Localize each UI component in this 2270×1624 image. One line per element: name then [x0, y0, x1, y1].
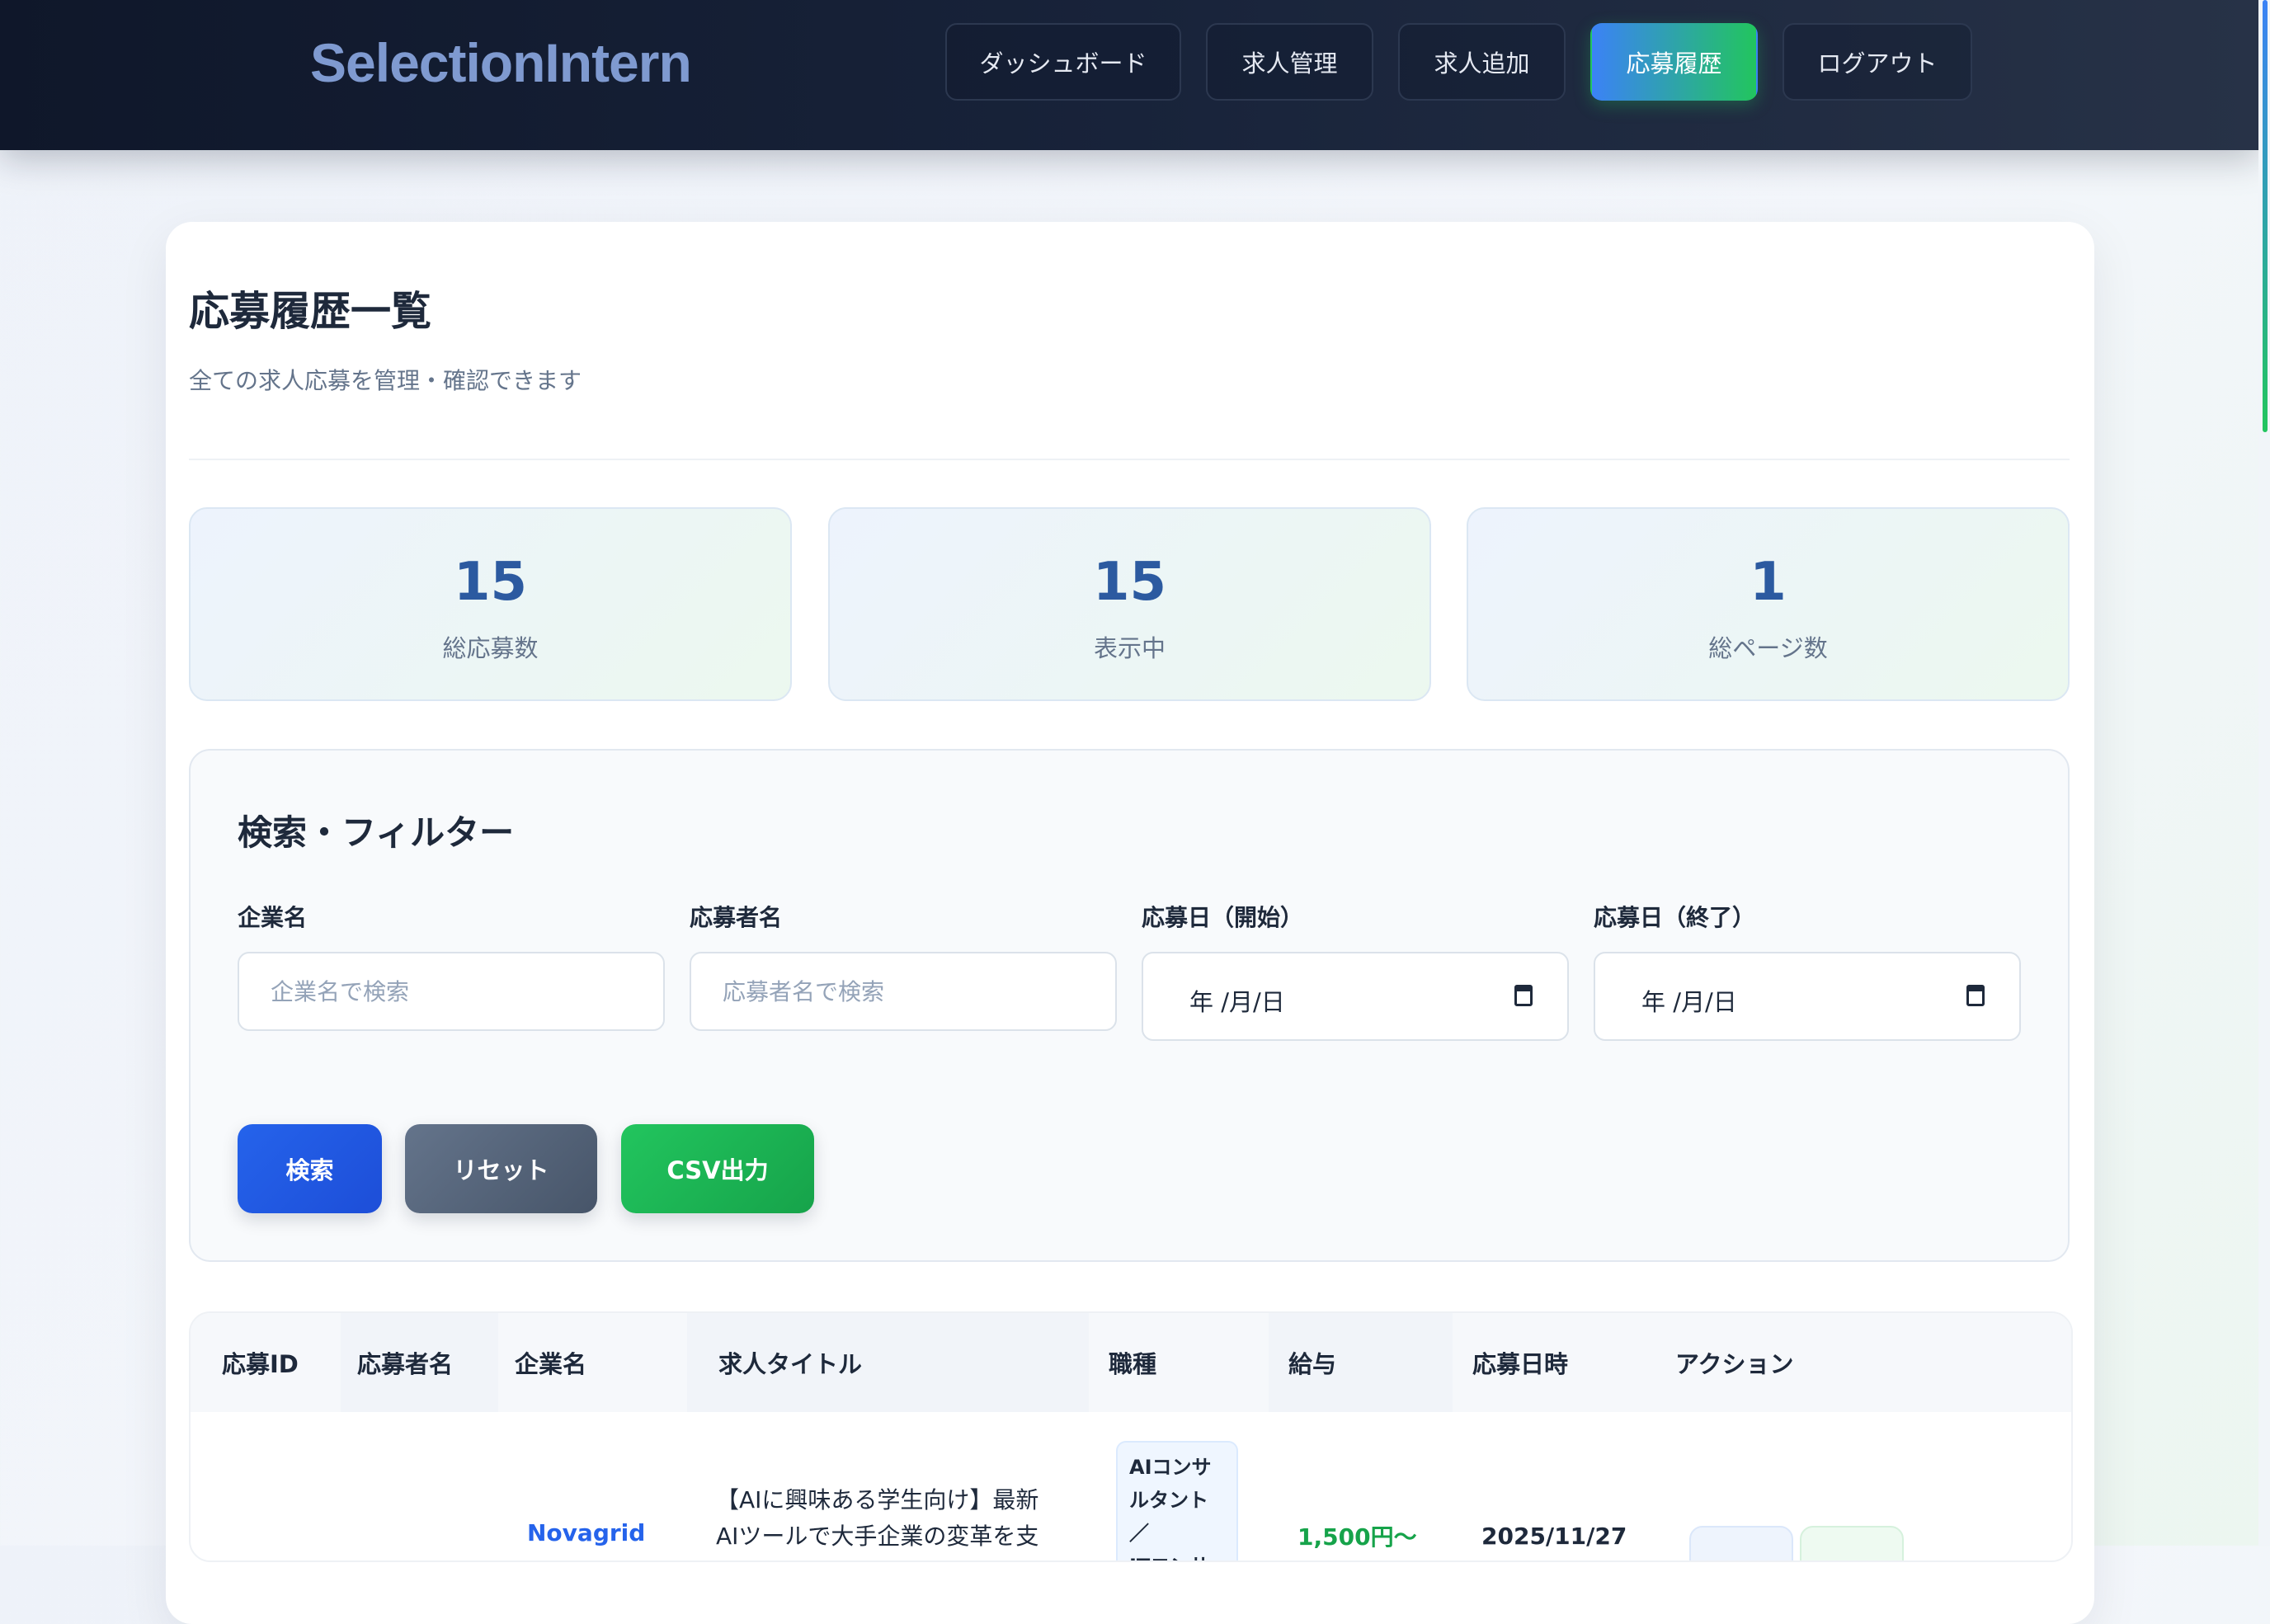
date-start-input[interactable]: 年 /月/日 [1142, 952, 1569, 1041]
stat-displaying: 15 表示中 [828, 507, 1431, 701]
page-subtitle: 全ての求人応募を管理・確認できます [189, 367, 582, 394]
row-job-title: 【AIに興味ある学生向け】最新 AIツールで大手企業の変革を支 [716, 1482, 1038, 1555]
search-button[interactable]: 検索 [238, 1124, 382, 1213]
calendar-icon[interactable] [1966, 985, 1985, 1006]
column-header-salary[interactable]: 給与 [1269, 1313, 1453, 1412]
stat-label: 総ページ数 [1708, 634, 1828, 662]
date-end-label: 応募日（終了） [1594, 904, 1756, 931]
row-company-link[interactable]: Novagrid [527, 1519, 645, 1546]
row-job-title-line: 【AIに興味ある学生向け】最新 [716, 1486, 1039, 1513]
column-header-job-type[interactable]: 職種 [1089, 1313, 1269, 1412]
column-header-applied-at[interactable]: 応募日時 [1453, 1313, 1655, 1412]
row-salary: 1,500円〜 [1297, 1523, 1417, 1551]
nav-add-job[interactable]: 求人追加 [1398, 23, 1566, 101]
stat-value: 1 [1750, 552, 1787, 613]
edit-button[interactable] [1800, 1526, 1904, 1560]
nav-application-history[interactable]: 応募履歴 [1590, 23, 1758, 101]
page-title: 応募履歴一覧 [189, 288, 432, 335]
nav-dashboard[interactable]: ダッシュボード [945, 23, 1181, 101]
top-header: SelectionIntern ダッシュボード 求人管理 求人追加 応募履歴 ロ… [0, 0, 2258, 150]
company-label: 企業名 [238, 904, 308, 931]
stat-total-pages: 1 総ページ数 [1467, 507, 2070, 701]
company-search-input[interactable] [238, 952, 665, 1031]
calendar-icon[interactable] [1514, 985, 1533, 1006]
csv-export-button[interactable]: CSV出力 [621, 1124, 814, 1213]
job-type-line: AIコンサ [1129, 1456, 1212, 1479]
job-type-badge: AIコンサ ルタント／ ITコンサル [1116, 1441, 1238, 1560]
applicant-label: 応募者名 [690, 904, 783, 931]
column-header-company[interactable]: 企業名 [498, 1313, 687, 1412]
applications-table: 応募ID 応募者名 企業名 求人タイトル 職種 給与 応募日時 アクション No… [189, 1311, 2073, 1562]
title-divider [189, 459, 2070, 460]
filter-title: 検索・フィルター [238, 812, 515, 853]
date-start-label: 応募日（開始） [1142, 904, 1304, 931]
column-header-job-title[interactable]: 求人タイトル [687, 1313, 1089, 1412]
date-start-value: 年 /月/日 [1189, 988, 1285, 1016]
stat-label: 総応募数 [442, 634, 539, 662]
job-type-line: ルタント／ [1129, 1489, 1208, 1545]
applicant-search-input[interactable] [690, 952, 1117, 1031]
stat-value: 15 [1092, 552, 1167, 613]
scrollbar-thumb[interactable] [2263, 0, 2268, 432]
column-header-applicant[interactable]: 応募者名 [341, 1313, 498, 1412]
stat-total-applications: 15 総応募数 [189, 507, 792, 701]
date-end-value: 年 /月/日 [1641, 988, 1737, 1016]
stat-value: 15 [453, 552, 528, 613]
table-header: 応募ID 応募者名 企業名 求人タイトル 職種 給与 応募日時 アクション [191, 1313, 2071, 1412]
nav-logout[interactable]: ログアウト [1783, 23, 1972, 101]
nav-job-management[interactable]: 求人管理 [1206, 23, 1373, 101]
row-applied-at: 2025/11/27 [1481, 1523, 1627, 1550]
job-type-line: ITコンサル [1129, 1550, 1225, 1560]
column-header-actions: アクション [1675, 1350, 1794, 1378]
main-nav: ダッシュボード 求人管理 求人追加 応募履歴 ログアウト [945, 23, 1997, 101]
stat-label: 表示中 [1093, 634, 1166, 662]
date-end-input[interactable]: 年 /月/日 [1594, 952, 2021, 1041]
row-job-title-line: AIツールで大手企業の変革を支 [716, 1523, 1039, 1550]
view-detail-button[interactable] [1689, 1526, 1793, 1560]
column-header-id[interactable]: 応募ID [191, 1313, 341, 1412]
reset-button[interactable]: リセット [405, 1124, 597, 1213]
app-logo[interactable]: SelectionIntern [310, 31, 692, 94]
